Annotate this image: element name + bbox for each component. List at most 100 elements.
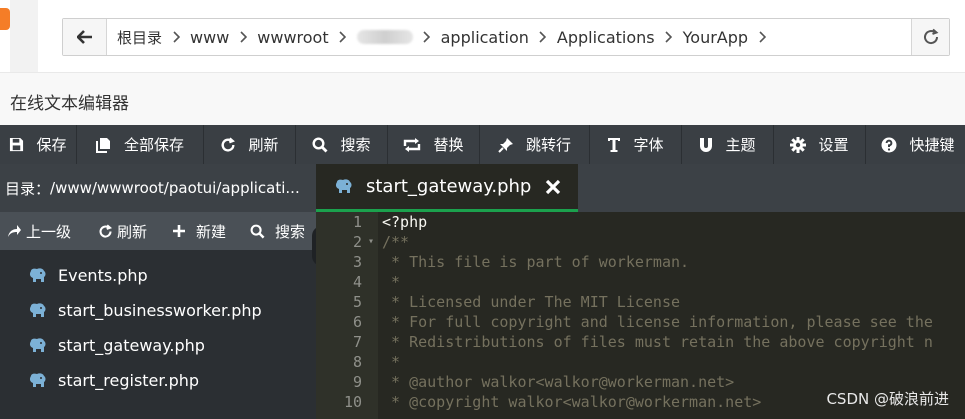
line-number: 5 [316, 292, 378, 312]
arrow-left-icon [76, 30, 92, 44]
crumb-yourapp[interactable]: YourApp [681, 28, 750, 47]
toolbar-button-save-all[interactable]: 全部保存 [77, 125, 204, 164]
line-number: 1 [316, 212, 378, 232]
code-line: * Licensed under The MIT License [382, 293, 681, 311]
code-editor: start_gateway.php 1 2 ▾ 3 4 5 6 7 8 9 10 <?php/** … [316, 164, 965, 419]
path-bar: 根目录 www wwwroot application Applications… [62, 18, 950, 56]
new-file-label: 新建 [196, 222, 227, 241]
file-item[interactable]: start_businessworker.php [0, 293, 316, 328]
toolbar-button-label: 跳转行 [525, 136, 571, 154]
chevron-right-icon [331, 29, 355, 45]
watermark: CSDN @破浪前进 [826, 390, 949, 408]
toolbar-button-pin[interactable]: 跳转行 [480, 125, 590, 164]
replace-icon [403, 137, 427, 153]
sidebar-search-button[interactable]: 搜索 [250, 212, 305, 250]
file-name: start_gateway.php [58, 336, 205, 355]
crumb-blurred[interactable] [356, 30, 413, 44]
editor-toolbar: 保存 全部保存 刷新 搜索 替换 跳转行 字体 主题 设置 快捷键 [0, 125, 965, 164]
editor-title-bar: 在线文本编辑器 [0, 72, 965, 125]
line-number: 2 ▾ [316, 232, 378, 252]
line-number: 6 [316, 312, 378, 332]
editor-title: 在线文本编辑器 [10, 94, 129, 114]
chevron-right-icon [750, 29, 774, 45]
line-number-gutter: 1 2 ▾ 3 4 5 6 7 8 9 10 [316, 212, 378, 419]
chevron-right-icon [164, 29, 188, 45]
fold-toggle-icon[interactable]: ▾ [368, 232, 374, 252]
toolbar-button-help[interactable]: 快捷键 [866, 125, 965, 164]
toolbar-button-font[interactable]: 字体 [590, 125, 682, 164]
php-elephant-icon [29, 267, 46, 282]
toolbar-button-label: 替换 [433, 136, 464, 154]
file-name: start_register.php [58, 371, 200, 390]
crumb-www[interactable]: www [188, 28, 231, 47]
sidebar-refresh-button[interactable]: 刷新 [98, 212, 172, 250]
tab-label: start_gateway.php [366, 176, 532, 197]
help-icon [881, 137, 903, 153]
chevron-right-icon [415, 29, 439, 45]
magnet-icon [699, 137, 719, 153]
font-icon [607, 137, 627, 153]
line-number-value: 5 [352, 293, 362, 311]
chevron-right-icon [657, 29, 681, 45]
toolbar-button-gear[interactable]: 设置 [774, 125, 866, 164]
search-icon [312, 136, 334, 153]
file-item[interactable]: start_register.php [0, 363, 316, 398]
gear-icon [790, 136, 812, 153]
line-number-value: 6 [352, 313, 362, 331]
toolbar-button-replace[interactable]: 替换 [388, 125, 480, 164]
line-number-value: 4 [352, 273, 362, 291]
toolbar-button-label: 搜索 [340, 136, 371, 154]
left-strip [10, 0, 38, 72]
php-elephant-icon [335, 178, 352, 193]
php-elephant-icon [29, 372, 46, 387]
code-line: /** [382, 233, 410, 251]
crumb-application[interactable]: application [439, 28, 531, 47]
code-line: * [382, 273, 401, 291]
toolbar-button-refresh[interactable]: 刷新 [204, 125, 296, 164]
line-number: 10 [316, 392, 378, 412]
crumb-applications[interactable]: Applications [555, 28, 657, 47]
sidebar-search-label: 搜索 [275, 222, 306, 241]
line-number-value: 7 [352, 333, 362, 351]
toolbar-button-save[interactable]: 保存 [0, 125, 77, 164]
code-line: * For full copyright and license informa… [382, 313, 933, 331]
crumb-root[interactable]: 根目录 [115, 27, 164, 48]
toolbar-button-magnet[interactable]: 主题 [682, 125, 774, 164]
top-area: 根目录 www wwwroot application Applications… [0, 0, 965, 72]
line-number-value: 8 [352, 353, 362, 371]
php-elephant-icon [29, 302, 46, 317]
line-number-value: 3 [352, 253, 362, 271]
file-item[interactable]: start_gateway.php [0, 328, 316, 363]
toolbar-button-label: 保存 [36, 136, 67, 154]
code-lines: <?php /** * This file is part of workerma… [382, 212, 933, 412]
file-item[interactable]: Events.php [0, 258, 316, 293]
file-list: Events.php start_businessworker.php start_… [0, 258, 316, 398]
line-number-value: 2 [352, 233, 362, 251]
refresh-icon [923, 28, 938, 45]
file-name: Events.php [58, 266, 148, 285]
line-number-value: 9 [352, 373, 362, 391]
toolbar-button-label: 字体 [633, 136, 664, 154]
back-button[interactable] [63, 19, 107, 55]
tab-close-button[interactable] [545, 179, 561, 195]
new-file-button[interactable]: 新建 [172, 212, 250, 250]
tab-start-gateway[interactable]: start_gateway.php [316, 164, 578, 212]
line-number: 7 [316, 332, 378, 352]
sidebar-actions: 上一级 刷新 新建 搜索 [0, 212, 316, 250]
file-name: start_businessworker.php [58, 301, 262, 320]
toolbar-button-search[interactable]: 搜索 [296, 125, 388, 164]
code-line: <?php [382, 213, 428, 231]
save-all-icon [95, 137, 118, 153]
php-elephant-icon [29, 337, 46, 352]
refresh-icon [220, 137, 242, 153]
toolbar-button-label: 全部保存 [123, 136, 184, 154]
parent-dir-button[interactable]: 上一级 [6, 212, 98, 250]
line-number: 3 [316, 252, 378, 272]
line-number: 9 [316, 372, 378, 392]
toolbar-button-label: 主题 [725, 136, 756, 154]
line-number-value: 10 [343, 393, 362, 411]
pin-icon [498, 137, 520, 153]
refresh-path-button[interactable] [911, 19, 949, 55]
crumb-wwwroot[interactable]: wwwroot [255, 28, 330, 47]
sidebar-refresh-label: 刷新 [117, 222, 148, 241]
